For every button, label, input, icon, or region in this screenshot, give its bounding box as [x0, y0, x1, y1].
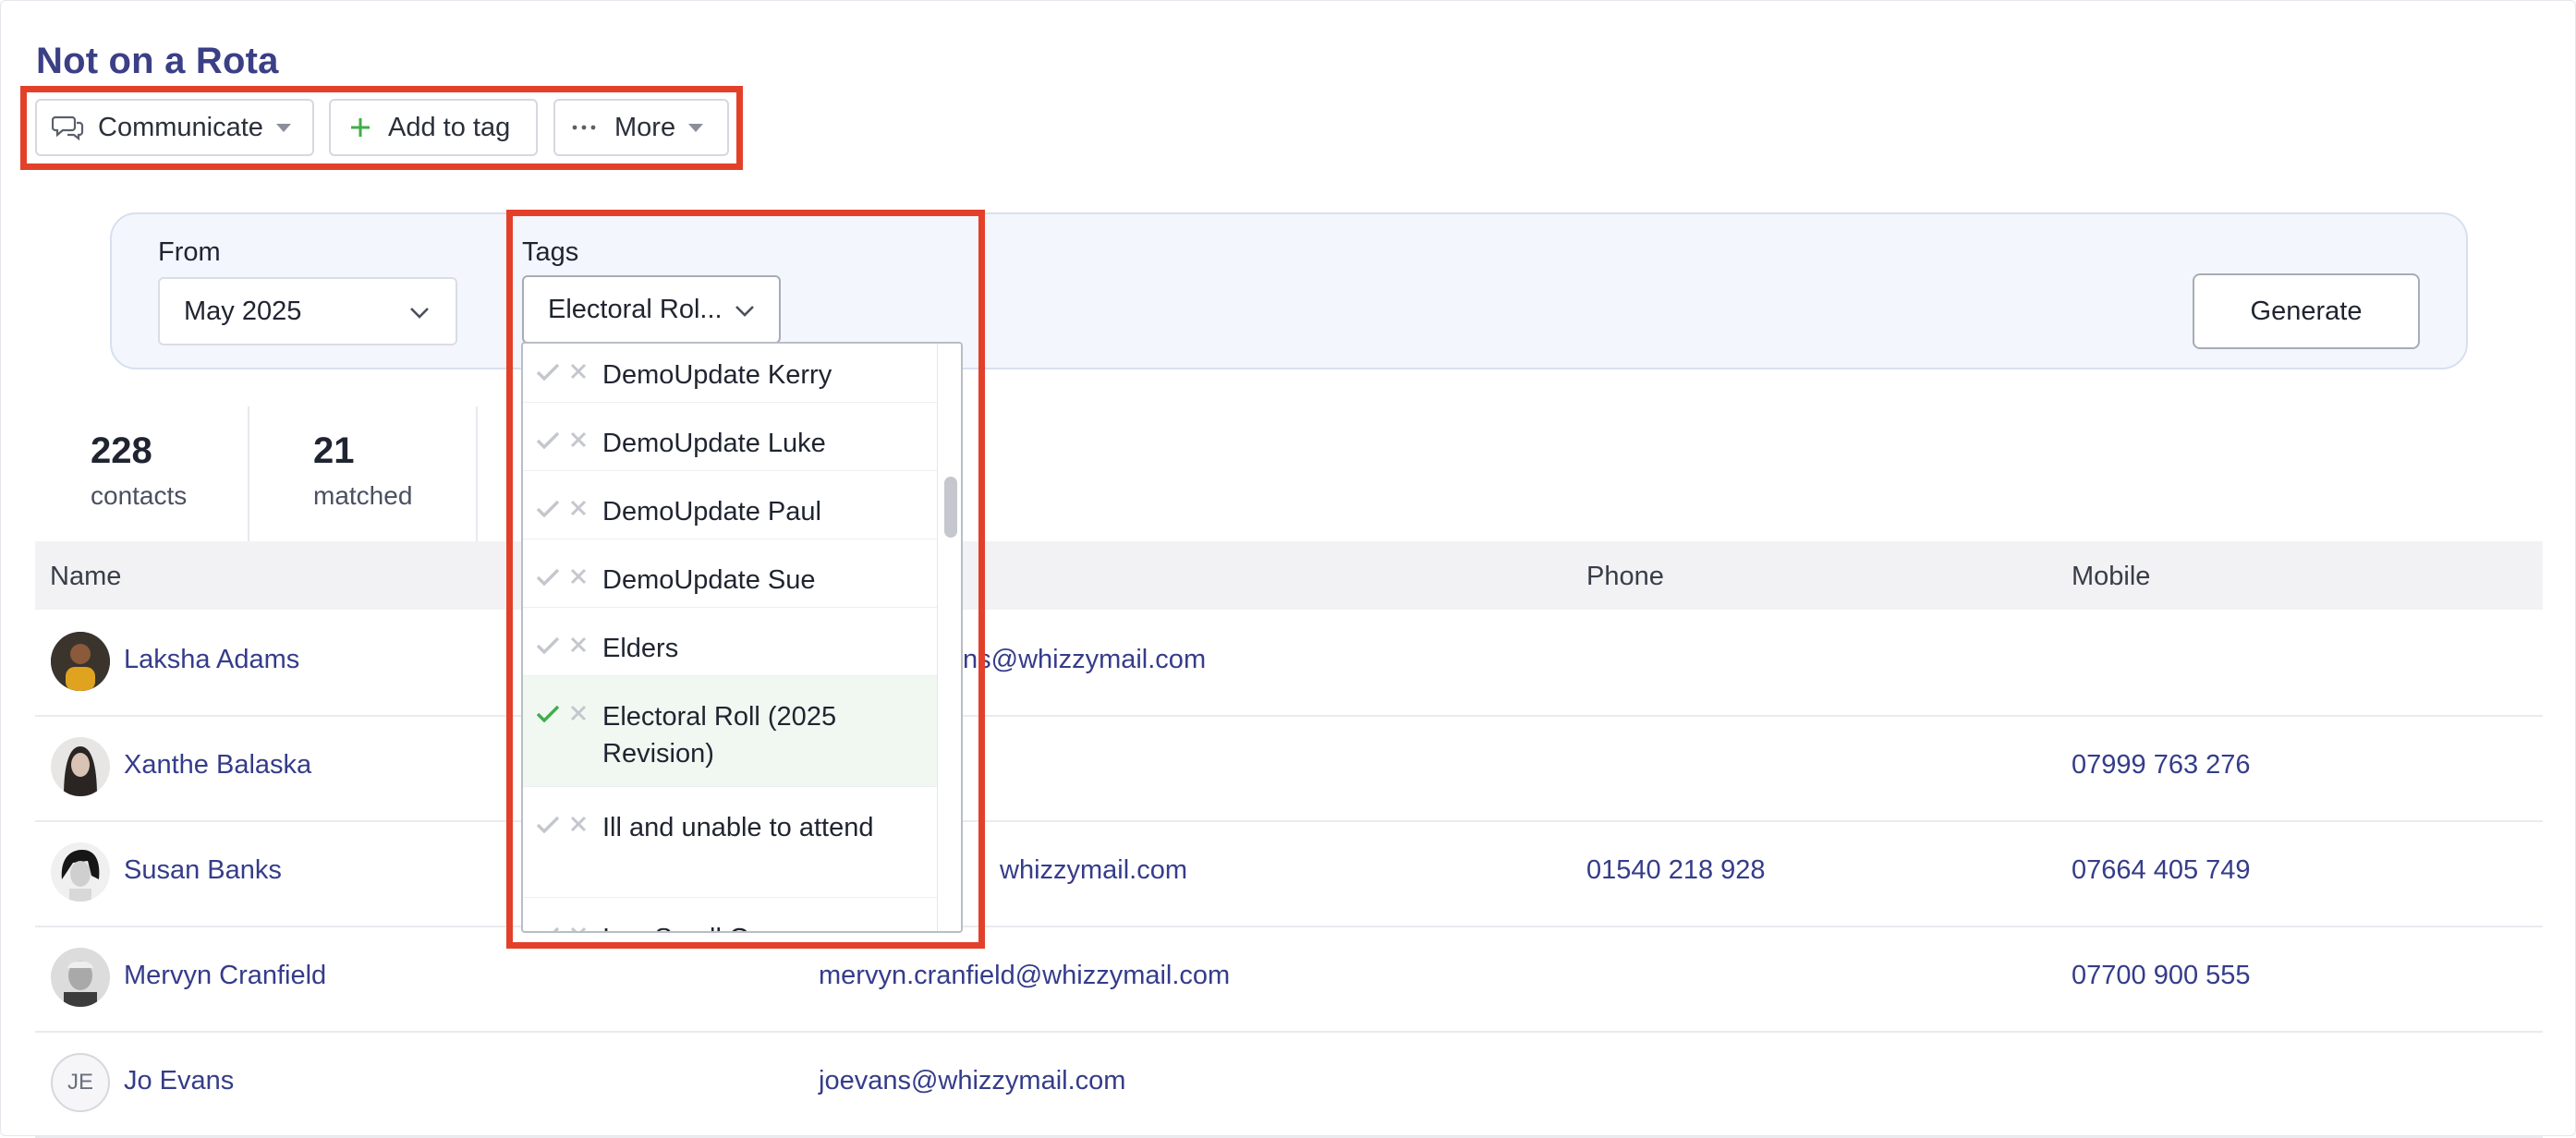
communicate-button[interactable]: Communicate: [35, 99, 314, 156]
stat-divider: [248, 406, 249, 541]
from-label: From: [158, 237, 221, 267]
communicate-label: Communicate: [98, 112, 263, 142]
chevron-down-icon: [275, 123, 291, 132]
avatar-initials: JE: [67, 1070, 93, 1095]
avatar: [51, 737, 110, 796]
avatar: JE: [51, 1053, 110, 1112]
contacts-label: contacts: [91, 481, 188, 510]
avatar: [51, 632, 110, 691]
contact-mobile-link[interactable]: 07999 763 276: [2072, 750, 2251, 781]
table-row: Xanthe Balaska 07999 763 276: [35, 715, 2543, 822]
contact-mobile-link[interactable]: 07700 900 555: [2072, 961, 2251, 991]
more-label: More: [614, 112, 676, 142]
matched-count: 21: [313, 430, 355, 471]
more-button[interactable]: More: [553, 99, 729, 156]
chat-bubbles-icon: [52, 115, 84, 141]
contact-email-link[interactable]: mervyn.cranfield@whizzymail.com: [819, 961, 1230, 991]
contact-email-link[interactable]: ns@whizzymail.com: [963, 645, 1206, 675]
from-select[interactable]: May 2025: [158, 277, 457, 345]
contact-phone-link[interactable]: 01540 218 928: [1586, 855, 1766, 886]
generate-button[interactable]: Generate: [2193, 273, 2420, 349]
table-row: Laksha Adams ns@whizzymail.com: [35, 610, 2543, 717]
stat-divider: [476, 406, 478, 541]
from-select-value: May 2025: [184, 296, 302, 326]
table-row: JE Jo Evans joevans@whizzymail.com: [35, 1031, 2543, 1138]
table-row: Susan Banks whizzymail.com 01540 218 928…: [35, 820, 2543, 927]
add-to-tag-button[interactable]: Add to tag: [329, 99, 538, 156]
contact-mobile-link[interactable]: 07664 405 749: [2072, 855, 2251, 886]
chevron-down-icon: [688, 123, 704, 132]
matched-label: matched: [313, 481, 413, 510]
contacts-count: 228: [91, 430, 152, 471]
filter-panel: [110, 212, 2468, 369]
contact-name-link[interactable]: Mervyn Cranfield: [124, 961, 326, 991]
column-header-name[interactable]: Name: [50, 562, 121, 592]
contact-name-link[interactable]: Laksha Adams: [124, 645, 299, 675]
column-header-mobile[interactable]: Mobile: [2072, 562, 2150, 592]
plus-icon: [351, 118, 370, 137]
contact-name-link[interactable]: Xanthe Balaska: [124, 750, 311, 781]
tags-highlight: [506, 210, 985, 949]
add-to-tag-label: Add to tag: [388, 112, 511, 142]
contact-name-link[interactable]: Susan Banks: [124, 855, 282, 886]
avatar: [51, 842, 110, 902]
stat-matched: 21 matched: [313, 430, 412, 511]
chevron-down-icon: [410, 308, 429, 319]
stat-contacts: 228 contacts: [91, 430, 187, 511]
table-header: [35, 541, 2543, 610]
avatar: [51, 948, 110, 1007]
contact-name-link[interactable]: Jo Evans: [124, 1066, 234, 1096]
contact-email-link[interactable]: joevans@whizzymail.com: [819, 1066, 1125, 1096]
column-header-phone[interactable]: Phone: [1586, 562, 1664, 592]
table-row: Mervyn Cranfield mervyn.cranfield@whizzy…: [35, 926, 2543, 1033]
generate-label: Generate: [2250, 296, 2363, 326]
contact-email-link[interactable]: whizzymail.com: [1000, 855, 1187, 886]
page-title: Not on a Rota: [36, 41, 279, 81]
ellipsis-icon: [572, 125, 596, 130]
